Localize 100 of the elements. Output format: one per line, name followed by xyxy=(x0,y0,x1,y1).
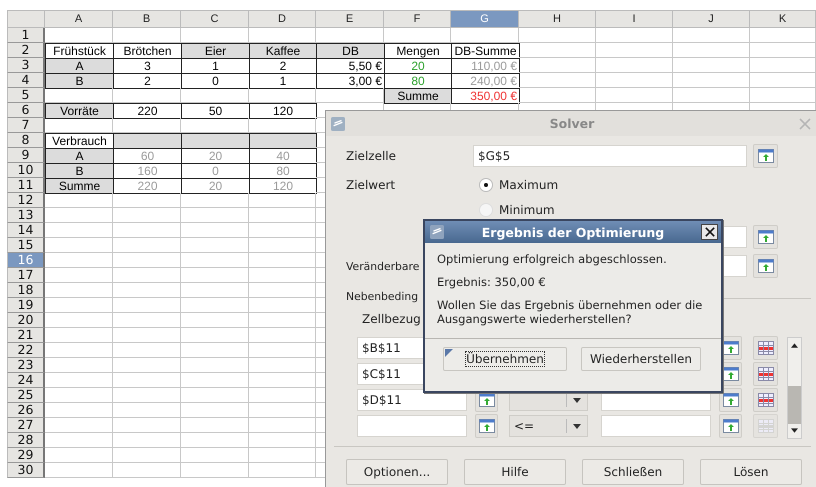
table-cell xyxy=(45,298,113,313)
radio-button[interactable]: Maximum xyxy=(479,178,558,192)
dialog-button[interactable]: Wiederherstellen xyxy=(581,347,701,371)
column-header[interactable]: A xyxy=(45,10,113,28)
table-cell xyxy=(181,193,249,208)
table-cell xyxy=(113,343,181,358)
table-cell xyxy=(181,238,249,253)
row-header[interactable]: 28 xyxy=(7,433,45,448)
row-header[interactable]: 27 xyxy=(7,418,45,433)
row-header[interactable]: 23 xyxy=(7,358,45,373)
question-text: Wollen Sie das Ergebnis übernehmen oder die Ausgangswerte wiederherstellen? xyxy=(437,298,704,326)
column-header[interactable]: C xyxy=(181,10,249,28)
row-header[interactable]: 15 xyxy=(7,238,45,253)
table-cell xyxy=(45,223,113,238)
cell-reference-field[interactable] xyxy=(357,415,467,437)
row-header[interactable]: 17 xyxy=(7,268,45,283)
constraints-label: Nebenbeding xyxy=(346,290,418,302)
row-header[interactable]: 5 xyxy=(7,88,45,103)
row-header[interactable]: 2 xyxy=(7,43,45,58)
row-header[interactable]: 9 xyxy=(7,148,45,163)
table-cell xyxy=(45,28,113,43)
delete-row-button[interactable] xyxy=(753,388,778,412)
column-header[interactable]: H xyxy=(519,10,596,28)
cell-reference-field[interactable]: $D$11 xyxy=(357,389,467,411)
cell-picker-button[interactable] xyxy=(719,388,742,412)
column-header[interactable]: F xyxy=(384,10,451,28)
table-cell xyxy=(181,463,249,478)
target-cell-field[interactable]: $G$5 xyxy=(473,145,747,167)
scrollbar[interactable] xyxy=(787,337,802,439)
row-header[interactable]: 14 xyxy=(7,223,45,238)
table-cell xyxy=(113,463,181,478)
cell-picker-button[interactable] xyxy=(753,254,778,278)
table-cell xyxy=(45,403,113,418)
table-cell xyxy=(384,28,451,43)
row-header[interactable]: 20 xyxy=(7,313,45,328)
radio-button[interactable]: Minimum xyxy=(479,203,555,217)
table-cell xyxy=(113,268,181,283)
table-cell: 220 xyxy=(113,103,182,119)
table-cell xyxy=(181,313,249,328)
row-header[interactable]: 26 xyxy=(7,403,45,418)
scroll-down-icon[interactable] xyxy=(791,428,798,433)
cell-picker-button[interactable] xyxy=(719,414,742,438)
dialog-button[interactable]: Übernehmen xyxy=(443,347,567,371)
table-cell: Vorräte xyxy=(45,103,114,119)
value-field[interactable] xyxy=(601,415,711,437)
row-header[interactable]: 24 xyxy=(7,373,45,388)
table-cell xyxy=(45,433,113,448)
column-header[interactable]: B xyxy=(113,10,181,28)
row-header[interactable]: 11 xyxy=(7,178,45,193)
cell-picker-button[interactable] xyxy=(753,144,778,168)
dialog-button[interactable]: Lösen xyxy=(700,459,802,485)
table-cell xyxy=(45,283,113,298)
cell-picker-button[interactable] xyxy=(475,414,498,438)
table-cell xyxy=(45,373,113,388)
dialog-button[interactable]: Schließen xyxy=(582,459,684,485)
table-cell xyxy=(113,328,181,343)
row-header[interactable]: 18 xyxy=(7,283,45,298)
row-header[interactable]: 10 xyxy=(7,163,45,178)
dialog-button[interactable]: Optionen... xyxy=(346,459,448,485)
row-header[interactable]: 29 xyxy=(7,448,45,463)
close-button[interactable] xyxy=(701,224,718,240)
row-header[interactable]: 8 xyxy=(7,133,45,148)
row-header[interactable]: 3 xyxy=(7,58,45,73)
row-header[interactable]: 30 xyxy=(7,463,45,478)
cell-reference-label: Zellbezug xyxy=(362,312,421,326)
table-cell xyxy=(113,358,181,373)
cell-picker-button[interactable] xyxy=(753,225,778,249)
table-cell xyxy=(113,448,181,463)
row-header[interactable]: 13 xyxy=(7,208,45,223)
table-cell xyxy=(181,448,249,463)
row-header[interactable]: 25 xyxy=(7,388,45,403)
scroll-up-icon[interactable] xyxy=(791,343,798,348)
column-header[interactable]: K xyxy=(750,10,816,28)
column-header[interactable]: E xyxy=(316,10,384,28)
delete-row-button[interactable] xyxy=(753,362,778,386)
table-cell xyxy=(181,208,249,223)
dialog-button[interactable]: Hilfe xyxy=(464,459,566,485)
operator-dropdown[interactable]: <= xyxy=(509,415,588,437)
table-cell xyxy=(181,358,249,373)
table-cell xyxy=(45,208,113,223)
delete-row-button[interactable] xyxy=(753,336,778,360)
table-cell xyxy=(45,448,113,463)
table-cell: 350,00 € xyxy=(451,88,520,104)
table-cell xyxy=(45,418,113,433)
row-header[interactable]: 1 xyxy=(7,28,45,43)
table-cell xyxy=(181,298,249,313)
row-header[interactable]: 7 xyxy=(7,118,45,133)
row-header[interactable]: 22 xyxy=(7,343,45,358)
row-header[interactable]: 12 xyxy=(7,193,45,208)
table-cell xyxy=(181,268,249,283)
table-cell: Summe xyxy=(384,88,452,104)
row-header[interactable]: 21 xyxy=(7,328,45,343)
table-cell xyxy=(45,358,113,373)
column-header[interactable]: I xyxy=(596,10,673,28)
row-header[interactable]: 6 xyxy=(7,103,45,118)
row-header[interactable]: 19 xyxy=(7,298,45,313)
row-header[interactable]: 4 xyxy=(7,73,45,88)
column-header[interactable]: D xyxy=(249,10,316,28)
column-header[interactable]: J xyxy=(673,10,750,28)
table-cell xyxy=(113,223,181,238)
